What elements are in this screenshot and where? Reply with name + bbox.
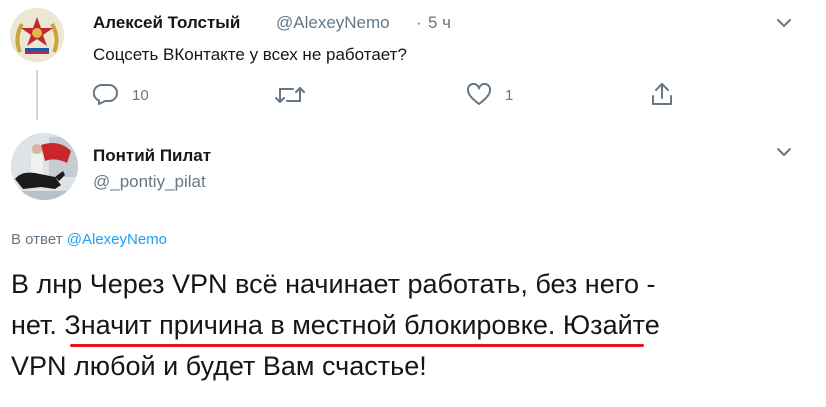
separator: · (416, 13, 422, 32)
reply-to-link[interactable]: @AlexeyNemo (67, 231, 167, 248)
tweet-text: В лнр Через VPN всё начинает работать, б… (11, 264, 816, 387)
author-handle[interactable]: @AlexeyNemo (276, 13, 390, 33)
avatar-pontiy[interactable] (11, 133, 78, 200)
red-underline-annotation (70, 344, 644, 347)
author-name[interactable]: Алексей Толстый (93, 13, 240, 33)
tweet-text-line: VPN любой и будет Вам счастье! (11, 351, 427, 381)
tweet-text-fragment: нет. (11, 310, 57, 340)
reply-context: В ответ @AlexeyNemo (11, 231, 167, 248)
heart-icon[interactable] (466, 82, 492, 107)
like-count: 1 (505, 87, 514, 104)
retweet-icon[interactable] (275, 84, 305, 106)
thread-line (36, 70, 38, 120)
author-handle[interactable]: @_pontiy_pilat (93, 172, 206, 192)
reply-icon[interactable] (92, 83, 119, 105)
tweet-text-fragment: . Юзайте (547, 310, 660, 340)
avatar-photo-icon (11, 133, 78, 200)
tweet-text-line: нет. Значит причина в местной блокировке… (11, 305, 816, 346)
emblem-icon (10, 8, 64, 62)
chevron-down-icon[interactable] (776, 16, 792, 28)
reply-prefix: В ответ (11, 231, 63, 248)
avatar-alexey[interactable] (10, 8, 64, 62)
tweet-time[interactable]: 5 ч (428, 13, 451, 33)
reply-count: 10 (132, 87, 149, 104)
highlighted-phrase: Значит причина в местной блокировке (64, 310, 548, 340)
chevron-down-icon[interactable] (776, 145, 792, 157)
tweet-text: Соцсеть ВКонтакте у всех не работает? (93, 45, 407, 64)
tweet-text-line: В лнр Через VPN всё начинает работать, б… (11, 269, 656, 299)
author-name[interactable]: Понтий Пилат (93, 146, 211, 166)
share-icon[interactable] (650, 81, 674, 107)
